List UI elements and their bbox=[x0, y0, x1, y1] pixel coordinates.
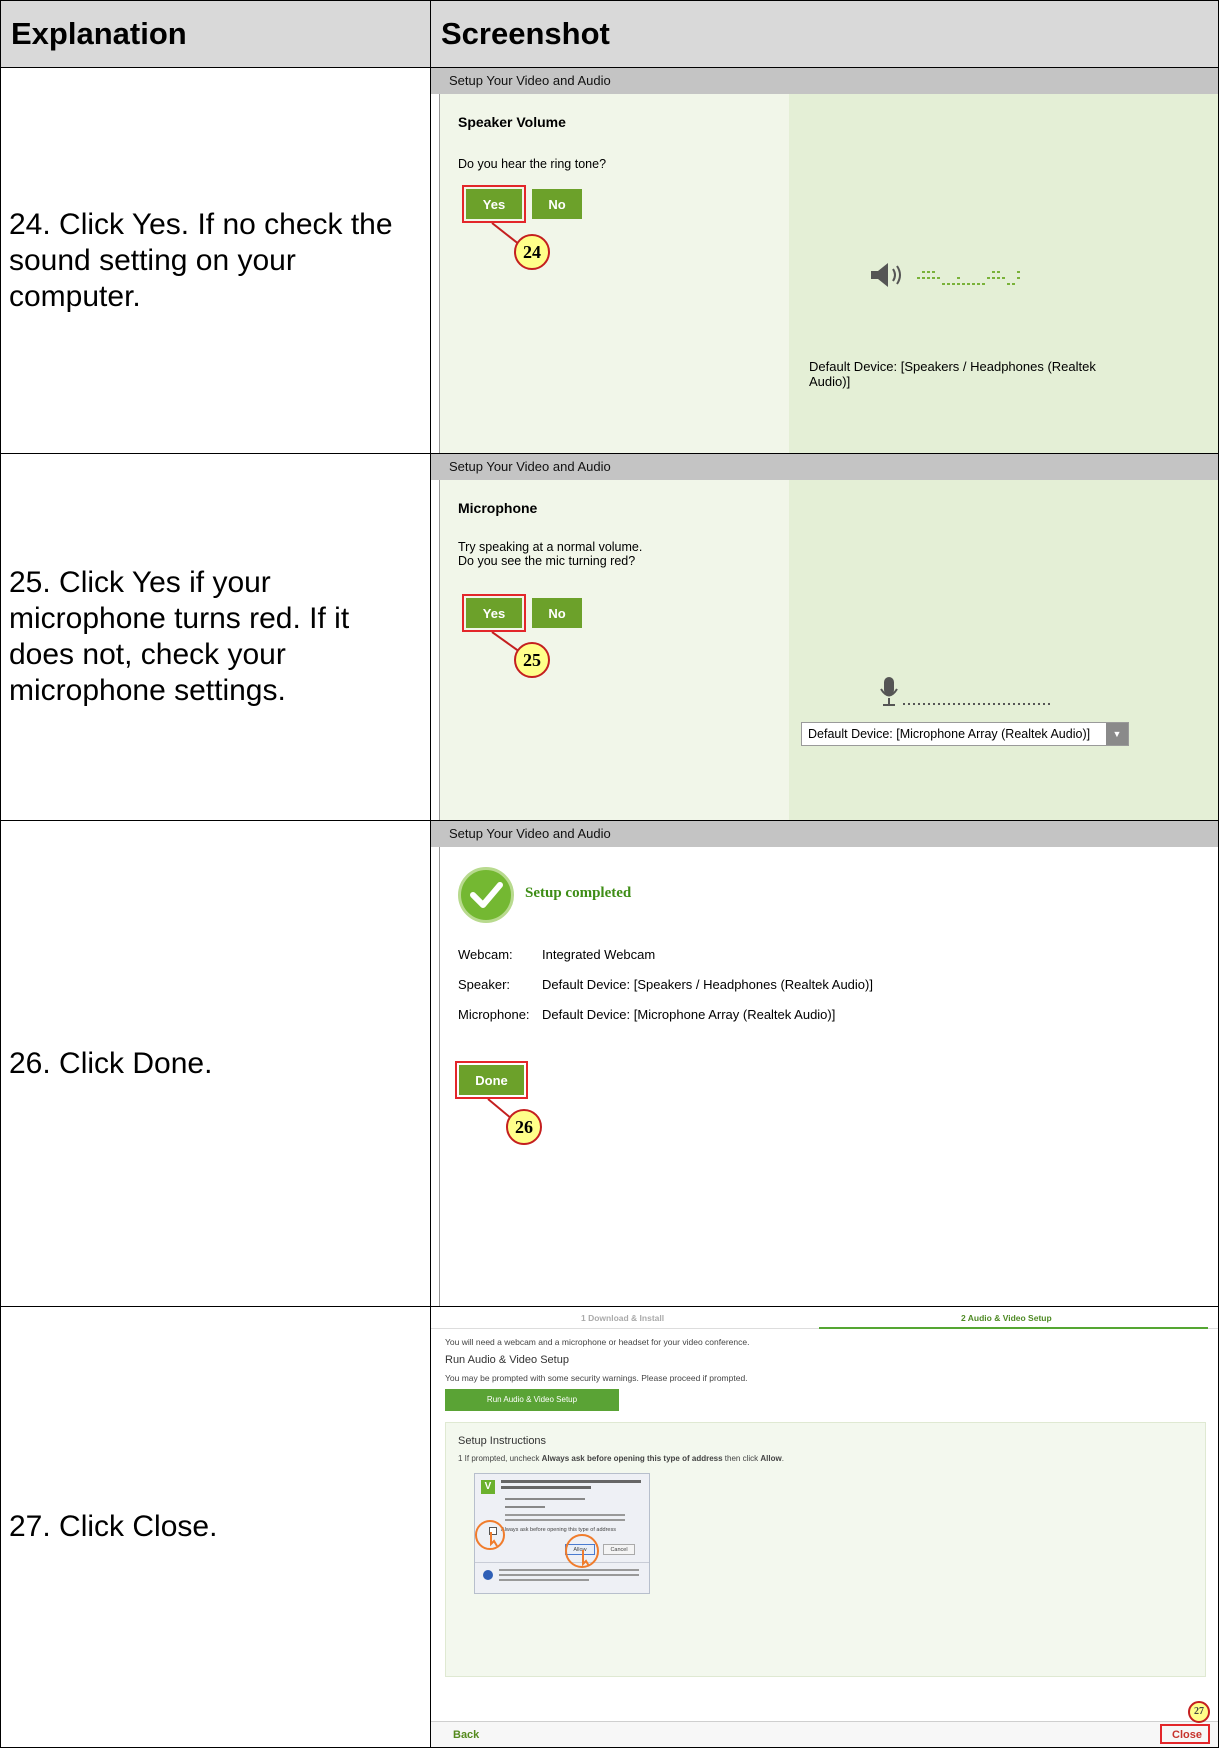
panel-instruction: Do you see the mic turning red? bbox=[458, 554, 636, 568]
no-button[interactable]: No bbox=[532, 598, 582, 628]
setup-complete-body: Setup completed Webcam: Integrated Webca… bbox=[439, 847, 1218, 1306]
step-explanation: 26. Click Done. bbox=[0, 820, 431, 1307]
setup-instructions-box: Setup Instructions 1 If prompted, unchec… bbox=[445, 1422, 1206, 1677]
instruction-table: Explanation Screenshot 24. Click Yes. If… bbox=[0, 0, 1219, 1748]
microphone-device-select[interactable]: Default Device: [Microphone Array (Realt… bbox=[801, 722, 1129, 746]
video-audio-panel: Setup Your Video and Audio Microphone Tr… bbox=[431, 454, 1218, 820]
header-row: Explanation Screenshot bbox=[0, 0, 1219, 68]
mic-level-dots bbox=[903, 703, 1050, 705]
panel-header: Setup Your Video and Audio bbox=[431, 454, 1218, 480]
step-screenshot: Setup Your Video and Audio Microphone Tr… bbox=[430, 453, 1219, 821]
panel-instruction: Try speaking at a normal volume. bbox=[458, 540, 643, 554]
device-value: Default Device: [Speakers / Headphones (… bbox=[542, 977, 873, 992]
wizard-intro: You will need a webcam and a microphone … bbox=[445, 1337, 750, 1347]
callout-25: 25 bbox=[514, 642, 550, 678]
step-row: 27. Click Close. 1 Download & Install 2 … bbox=[0, 1306, 1219, 1748]
step-explanation: 25. Click Yes if your microphone turns r… bbox=[0, 453, 431, 821]
wizard-warning: You may be prompted with some security w… bbox=[445, 1373, 748, 1383]
done-button[interactable]: Done bbox=[459, 1065, 524, 1095]
run-setup-button[interactable]: Run Audio & Video Setup bbox=[445, 1389, 619, 1411]
security-dialog-image: V Always ask before opening this type of… bbox=[474, 1473, 650, 1594]
no-button[interactable]: No bbox=[532, 189, 582, 219]
step-screenshot: 1 Download & Install 2 Audio & Video Set… bbox=[430, 1306, 1219, 1748]
yes-button[interactable]: Yes bbox=[466, 598, 522, 628]
dialog-logo-icon: V bbox=[481, 1480, 495, 1494]
dialog-info-icon bbox=[483, 1570, 493, 1580]
video-audio-panel: Setup Your Video and Audio Speaker Volum… bbox=[431, 68, 1218, 453]
callout-26: 26 bbox=[506, 1109, 542, 1145]
explanation-header: Explanation bbox=[0, 0, 431, 68]
dropdown-arrow-icon[interactable]: ▼ bbox=[1106, 723, 1128, 745]
tab-audio-video-setup[interactable]: 2 Audio & Video Setup bbox=[961, 1313, 1052, 1323]
step-screenshot: Setup Your Video and Audio Speaker Volum… bbox=[430, 67, 1219, 454]
microphone-icon bbox=[880, 677, 1050, 706]
screenshot-header: Screenshot bbox=[430, 0, 1219, 68]
panel-title: Speaker Volume bbox=[458, 114, 566, 130]
panel-right: Default Device: [Microphone Array (Realt… bbox=[789, 480, 1218, 820]
microphone-device-value: Default Device: [Microphone Array (Realt… bbox=[808, 727, 1091, 741]
wizard-tabs: 1 Download & Install 2 Audio & Video Set… bbox=[431, 1307, 1218, 1329]
panel-title: Microphone bbox=[458, 500, 538, 516]
step-explanation: 27. Click Close. bbox=[0, 1306, 431, 1748]
panel-header: Setup Your Video and Audio bbox=[431, 821, 1218, 847]
close-button[interactable]: Close bbox=[1172, 1729, 1202, 1741]
speaker-device-text: Default Device: [Speakers / Headphones (… bbox=[809, 359, 1096, 389]
setup-wizard: 1 Download & Install 2 Audio & Video Set… bbox=[431, 1307, 1218, 1747]
instruction-text: . bbox=[781, 1454, 784, 1463]
wizard-footer: Back Close bbox=[431, 1721, 1218, 1747]
back-button[interactable]: Back bbox=[453, 1729, 479, 1741]
setup-status: Setup completed bbox=[525, 885, 632, 901]
check-icon bbox=[458, 867, 514, 923]
instruction-bold: Allow bbox=[760, 1454, 782, 1463]
dialog-cancel-button: Cancel bbox=[603, 1544, 635, 1555]
active-tab-indicator bbox=[819, 1327, 1208, 1329]
checkbox-circle-annotation bbox=[475, 1520, 505, 1550]
panel-question: Do you hear the ring tone? bbox=[458, 157, 607, 171]
device-value: Integrated Webcam bbox=[542, 947, 656, 962]
panel-left: Speaker Volume Do you hear the ring tone… bbox=[439, 94, 789, 453]
instruction-line: 1 If prompted, uncheck Always ask before… bbox=[458, 1454, 784, 1463]
device-label: Microphone: bbox=[458, 1007, 530, 1022]
callout-24: 24 bbox=[514, 234, 550, 270]
wizard-section-title: Run Audio & Video Setup bbox=[445, 1354, 569, 1366]
yes-button[interactable]: Yes bbox=[466, 189, 522, 219]
instruction-text: 1 If prompted, uncheck bbox=[458, 1454, 542, 1463]
instruction-text: then click bbox=[722, 1454, 761, 1463]
instructions-title: Setup Instructions bbox=[458, 1435, 547, 1447]
panel-header: Setup Your Video and Audio bbox=[431, 68, 1218, 94]
panel-right: Default Device: [Speakers / Headphones (… bbox=[789, 94, 1218, 453]
step-row: 24. Click Yes. If no check the sound set… bbox=[0, 67, 1219, 454]
device-label: Speaker: bbox=[458, 977, 511, 992]
setup-complete-panel: Setup Your Video and Audio Setup complet… bbox=[431, 821, 1218, 1306]
panel-left: Microphone Try speaking at a normal volu… bbox=[439, 480, 789, 820]
step-row: 26. Click Done. Setup Your Video and Aud… bbox=[0, 820, 1219, 1307]
tab-download-install[interactable]: 1 Download & Install bbox=[581, 1313, 664, 1323]
instruction-bold: Always ask before opening this type of a… bbox=[541, 1454, 723, 1463]
callout-27: 27 bbox=[1188, 1701, 1210, 1723]
allow-circle-annotation bbox=[565, 1534, 599, 1568]
volume-meter-dots bbox=[917, 271, 1020, 285]
step-row: 25. Click Yes if your microphone turns r… bbox=[0, 453, 1219, 821]
device-label: Webcam: bbox=[458, 947, 513, 962]
speaker-icon bbox=[871, 263, 1020, 287]
step-screenshot: Setup Your Video and Audio Setup complet… bbox=[430, 820, 1219, 1307]
step-explanation: 24. Click Yes. If no check the sound set… bbox=[0, 67, 431, 454]
device-value: Default Device: [Microphone Array (Realt… bbox=[542, 1007, 836, 1022]
